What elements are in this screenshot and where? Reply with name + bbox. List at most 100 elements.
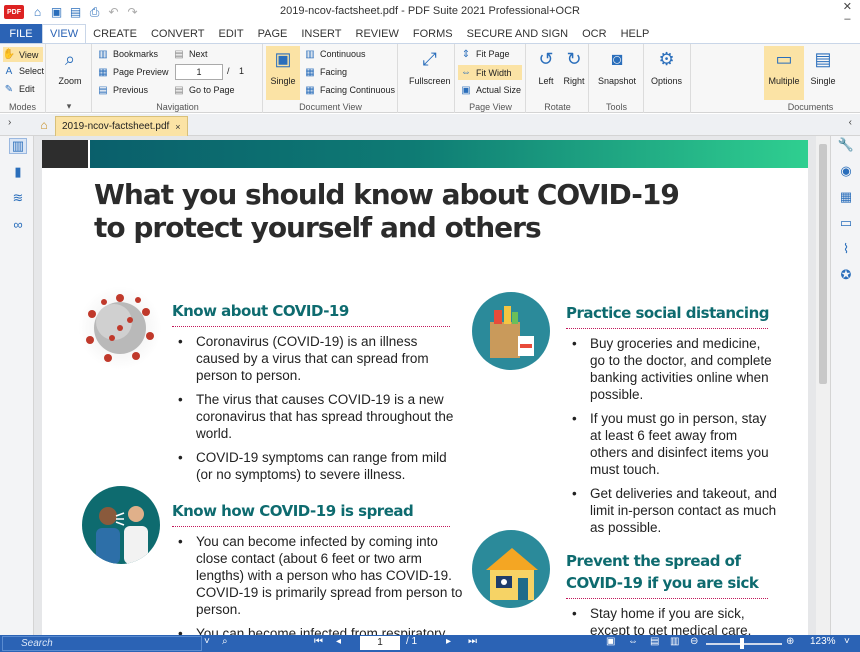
single-document-button[interactable]: ▤ Single: [810, 46, 836, 87]
vertical-scrollbar[interactable]: [816, 136, 830, 635]
menu-ocr[interactable]: OCR: [575, 24, 613, 43]
bullet-list: You can become infected by coming into c…: [174, 533, 464, 635]
section-divider: [566, 328, 768, 329]
menu-create[interactable]: CREATE: [86, 24, 144, 43]
multiple-documents-button[interactable]: ▭ Multiple: [764, 46, 804, 100]
zoom-dropdown-icon[interactable]: ▾: [47, 101, 91, 112]
group-label: Page View: [469, 102, 512, 112]
search-icon[interactable]: ⌕: [222, 636, 228, 647]
search-input[interactable]: Search: [2, 636, 202, 651]
last-page-icon[interactable]: ⏭: [468, 636, 477, 647]
search-options-icon[interactable]: ˅: [204, 636, 210, 647]
next-button[interactable]: ▤ Next: [173, 48, 207, 60]
rotate-left-icon: ↺: [538, 48, 554, 69]
single-view-button[interactable]: ▣ Single: [266, 46, 300, 100]
actual-size-button[interactable]: ▣ Actual Size: [460, 84, 521, 96]
next-page-icon[interactable]: ▸: [446, 636, 451, 647]
zoom-out-icon[interactable]: ⊖: [690, 636, 698, 647]
go-to-page-button[interactable]: ▤ Go to Page: [173, 84, 234, 96]
group-document-view: ▣ Single ▥ Continuous ▦ Facing ▦ Facing Cont…: [264, 44, 398, 113]
bookmarks-panel-icon[interactable]: ▮: [9, 164, 27, 180]
attachment-icon[interactable]: ⌇: [837, 240, 855, 258]
comments-icon[interactable]: ▭: [837, 214, 855, 232]
fit-page-button[interactable]: ⇕ Fit Page: [460, 48, 510, 60]
close-tab-icon[interactable]: ×: [175, 122, 180, 132]
single-page-icon: ▣: [274, 48, 292, 69]
expand-right-panel-icon[interactable]: ‹: [849, 117, 852, 128]
menu-file[interactable]: FILE: [0, 24, 42, 43]
status-bar: Search ˅ ⌕ ⏮ ◂ 1 / 1 ▸ ⏭ ▣ ⇔ ▤ ▥ ⊖ ⊕ 123…: [0, 635, 860, 652]
menu-insert[interactable]: INSERT: [294, 24, 348, 43]
fit-width-button[interactable]: ⇔ Fit Width: [458, 65, 522, 80]
rotate-left-button[interactable]: ↺ Left: [533, 46, 559, 87]
document-viewport[interactable]: What you should know about COVID-19 to p…: [34, 136, 816, 635]
zoom-slider-handle[interactable]: [740, 638, 744, 649]
link-icon[interactable]: ∞: [9, 216, 27, 232]
fit-width-icon: ⇔: [461, 67, 471, 78]
expand-left-panel-icon[interactable]: ›: [8, 117, 11, 128]
facing-button[interactable]: ▦ Facing: [304, 66, 347, 78]
fullscreen-button[interactable]: ⤢ Fullscreen: [409, 46, 451, 87]
previous-button[interactable]: ▤ Previous: [97, 84, 148, 96]
title-bar: PDF ⌂ ▣ ▤ ⎙ ↶ ↷ 2019-ncov-factsheet.pdf …: [0, 0, 860, 25]
right-side-panel: 🔧 ◉ ▦ ▭ ⌇ ✪: [830, 136, 860, 635]
continuous-button[interactable]: ▥ Continuous: [304, 48, 365, 60]
first-page-icon[interactable]: ⏮: [314, 636, 323, 647]
gear-icon: ⚙: [658, 48, 675, 69]
snapshot-button[interactable]: ◙ Snapshot: [598, 46, 636, 87]
facing-continuous-icon: ▦: [305, 84, 315, 96]
menu-convert[interactable]: CONVERT: [144, 24, 212, 43]
zoom-in-icon[interactable]: ⊕: [786, 636, 794, 647]
continuous-status-icon[interactable]: ▥: [670, 636, 679, 647]
bullet-item: Buy groceries and medicine, go to the do…: [568, 335, 778, 403]
select-mode-button[interactable]: A Select: [3, 65, 44, 77]
page-separator: /: [227, 66, 230, 76]
edit-mode-button[interactable]: ✎ Edit: [3, 83, 35, 95]
facing-continuous-button[interactable]: ▦ Facing Continuous: [304, 84, 395, 96]
wrench-icon[interactable]: 🔧: [837, 136, 855, 154]
view-mode-button[interactable]: ✋ View: [3, 47, 43, 62]
status-page-input[interactable]: 1: [360, 636, 400, 650]
rotate-right-button[interactable]: ↻ Right: [561, 46, 587, 87]
single-page-status-icon[interactable]: ▤: [650, 636, 659, 647]
menu-forms[interactable]: FORMS: [406, 24, 460, 43]
layers-icon[interactable]: ≋: [9, 190, 27, 206]
bullet-list: Stay home if you are sick, except to get…: [568, 605, 778, 635]
page-preview-button[interactable]: ▦ Page Preview: [97, 66, 168, 78]
fit-page-status-icon[interactable]: ▣: [606, 636, 615, 647]
menu-help[interactable]: HELP: [614, 24, 657, 43]
zoom-button[interactable]: ⌕ Zoom: [57, 46, 83, 87]
previous-page-icon[interactable]: ◂: [336, 636, 341, 647]
close-button[interactable]: ✕: [843, 2, 852, 13]
group-fullscreen: ⤢ Fullscreen: [399, 44, 455, 113]
menu-edit[interactable]: EDIT: [212, 24, 251, 43]
menu-review[interactable]: REVIEW: [349, 24, 406, 43]
organizer-icon[interactable]: ▦: [837, 188, 855, 206]
document-tab[interactable]: 2019-ncov-factsheet.pdf ×: [55, 116, 188, 136]
fit-width-status-icon[interactable]: ⇔: [628, 636, 638, 647]
home-tab-icon[interactable]: ⌂: [36, 117, 52, 133]
section-heading-social-distancing: Practice social distancing: [566, 304, 769, 322]
menu-bar: FILE VIEW CREATE CONVERT EDIT PAGE INSER…: [0, 24, 860, 43]
bullet-item: If you must go in person, stay at least …: [568, 410, 778, 478]
bookmark-icon: ▥: [98, 48, 108, 60]
zoom-dropdown-icon[interactable]: ˅: [844, 636, 850, 647]
window-controls: ✕ –: [843, 2, 852, 25]
certificate-icon[interactable]: ✪: [837, 266, 855, 284]
menu-view[interactable]: VIEW: [42, 24, 87, 43]
bookmarks-button[interactable]: ▥ Bookmarks: [97, 48, 158, 60]
group-modes: ✋ View A Select ✎ Edit Modes: [0, 44, 46, 113]
document-tab-label: 2019-ncov-factsheet.pdf: [62, 121, 170, 132]
section-heading-know-about: Know about COVID-19: [172, 302, 349, 320]
thumbnails-icon[interactable]: ▥: [9, 138, 27, 154]
menu-page[interactable]: PAGE: [251, 24, 295, 43]
options-button[interactable]: ⚙ Options: [651, 46, 682, 87]
page-number-input[interactable]: 1: [175, 64, 223, 80]
single-window-icon: ▤: [814, 48, 832, 69]
scrollbar-thumb[interactable]: [819, 144, 827, 384]
minimize-ribbon-button[interactable]: –: [844, 14, 850, 25]
section-divider: [172, 526, 450, 527]
menu-secure-and-sign[interactable]: SECURE AND SIGN: [460, 24, 575, 43]
binoculars-icon[interactable]: ◉: [837, 162, 855, 180]
zoom-slider[interactable]: [706, 643, 782, 645]
